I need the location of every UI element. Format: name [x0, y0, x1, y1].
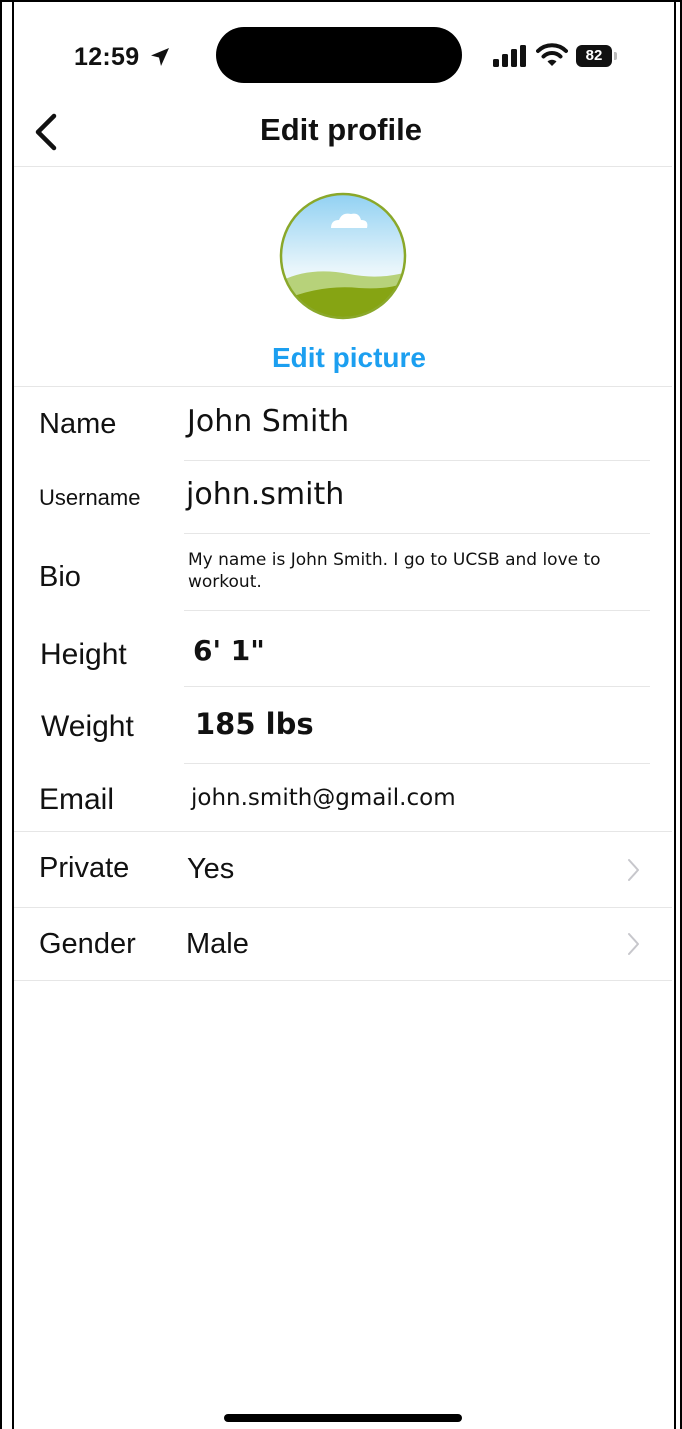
- username-label: Username: [39, 485, 141, 510]
- header-divider: [14, 166, 672, 167]
- wifi-icon: [536, 43, 568, 66]
- weight-label: Weight: [41, 710, 134, 743]
- chevron-right-icon[interactable]: [627, 857, 641, 883]
- frame-left-edge: [12, 0, 14, 1429]
- status-time: 12:59: [74, 43, 140, 71]
- height-divider: [184, 686, 650, 687]
- battery-icon: 82: [576, 45, 620, 67]
- battery-cap: [614, 52, 617, 60]
- bio-divider: [184, 610, 650, 611]
- private-label: Private: [39, 852, 130, 884]
- name-label: Name: [39, 408, 117, 440]
- avatar-landscape-icon[interactable]: [279, 192, 407, 320]
- gender-value[interactable]: Male: [186, 928, 249, 961]
- bio-field[interactable]: My name is John Smith. I go to UCSB and …: [188, 549, 648, 593]
- bio-label: Bio: [39, 561, 81, 593]
- gender-label: Gender: [39, 928, 136, 960]
- email-divider: [14, 831, 672, 832]
- home-indicator[interactable]: [224, 1414, 462, 1422]
- dynamic-island: [216, 27, 462, 83]
- signal-icon: [493, 45, 526, 67]
- name-field[interactable]: John Smith: [187, 404, 349, 439]
- username-divider: [184, 533, 650, 534]
- email-label: Email: [39, 783, 115, 816]
- height-label: Height: [40, 638, 127, 671]
- private-divider: [14, 907, 672, 908]
- height-field[interactable]: 6' 1": [193, 634, 265, 667]
- gender-divider: [14, 980, 672, 981]
- page-title: Edit profile: [260, 112, 422, 147]
- weight-field[interactable]: 185 lbs: [195, 707, 314, 741]
- chevron-right-icon[interactable]: [627, 931, 641, 957]
- avatar-divider: [14, 386, 672, 387]
- location-arrow-icon: [151, 48, 169, 66]
- username-field[interactable]: john.smith: [186, 477, 344, 512]
- weight-divider: [184, 763, 650, 764]
- edit-picture-button[interactable]: Edit picture: [0, 342, 682, 374]
- name-divider: [184, 460, 650, 461]
- private-value[interactable]: Yes: [187, 853, 234, 886]
- frame-right-edge: [674, 0, 676, 1429]
- email-field[interactable]: john.smith@gmail.com: [191, 785, 456, 811]
- battery-level: 82: [576, 45, 612, 67]
